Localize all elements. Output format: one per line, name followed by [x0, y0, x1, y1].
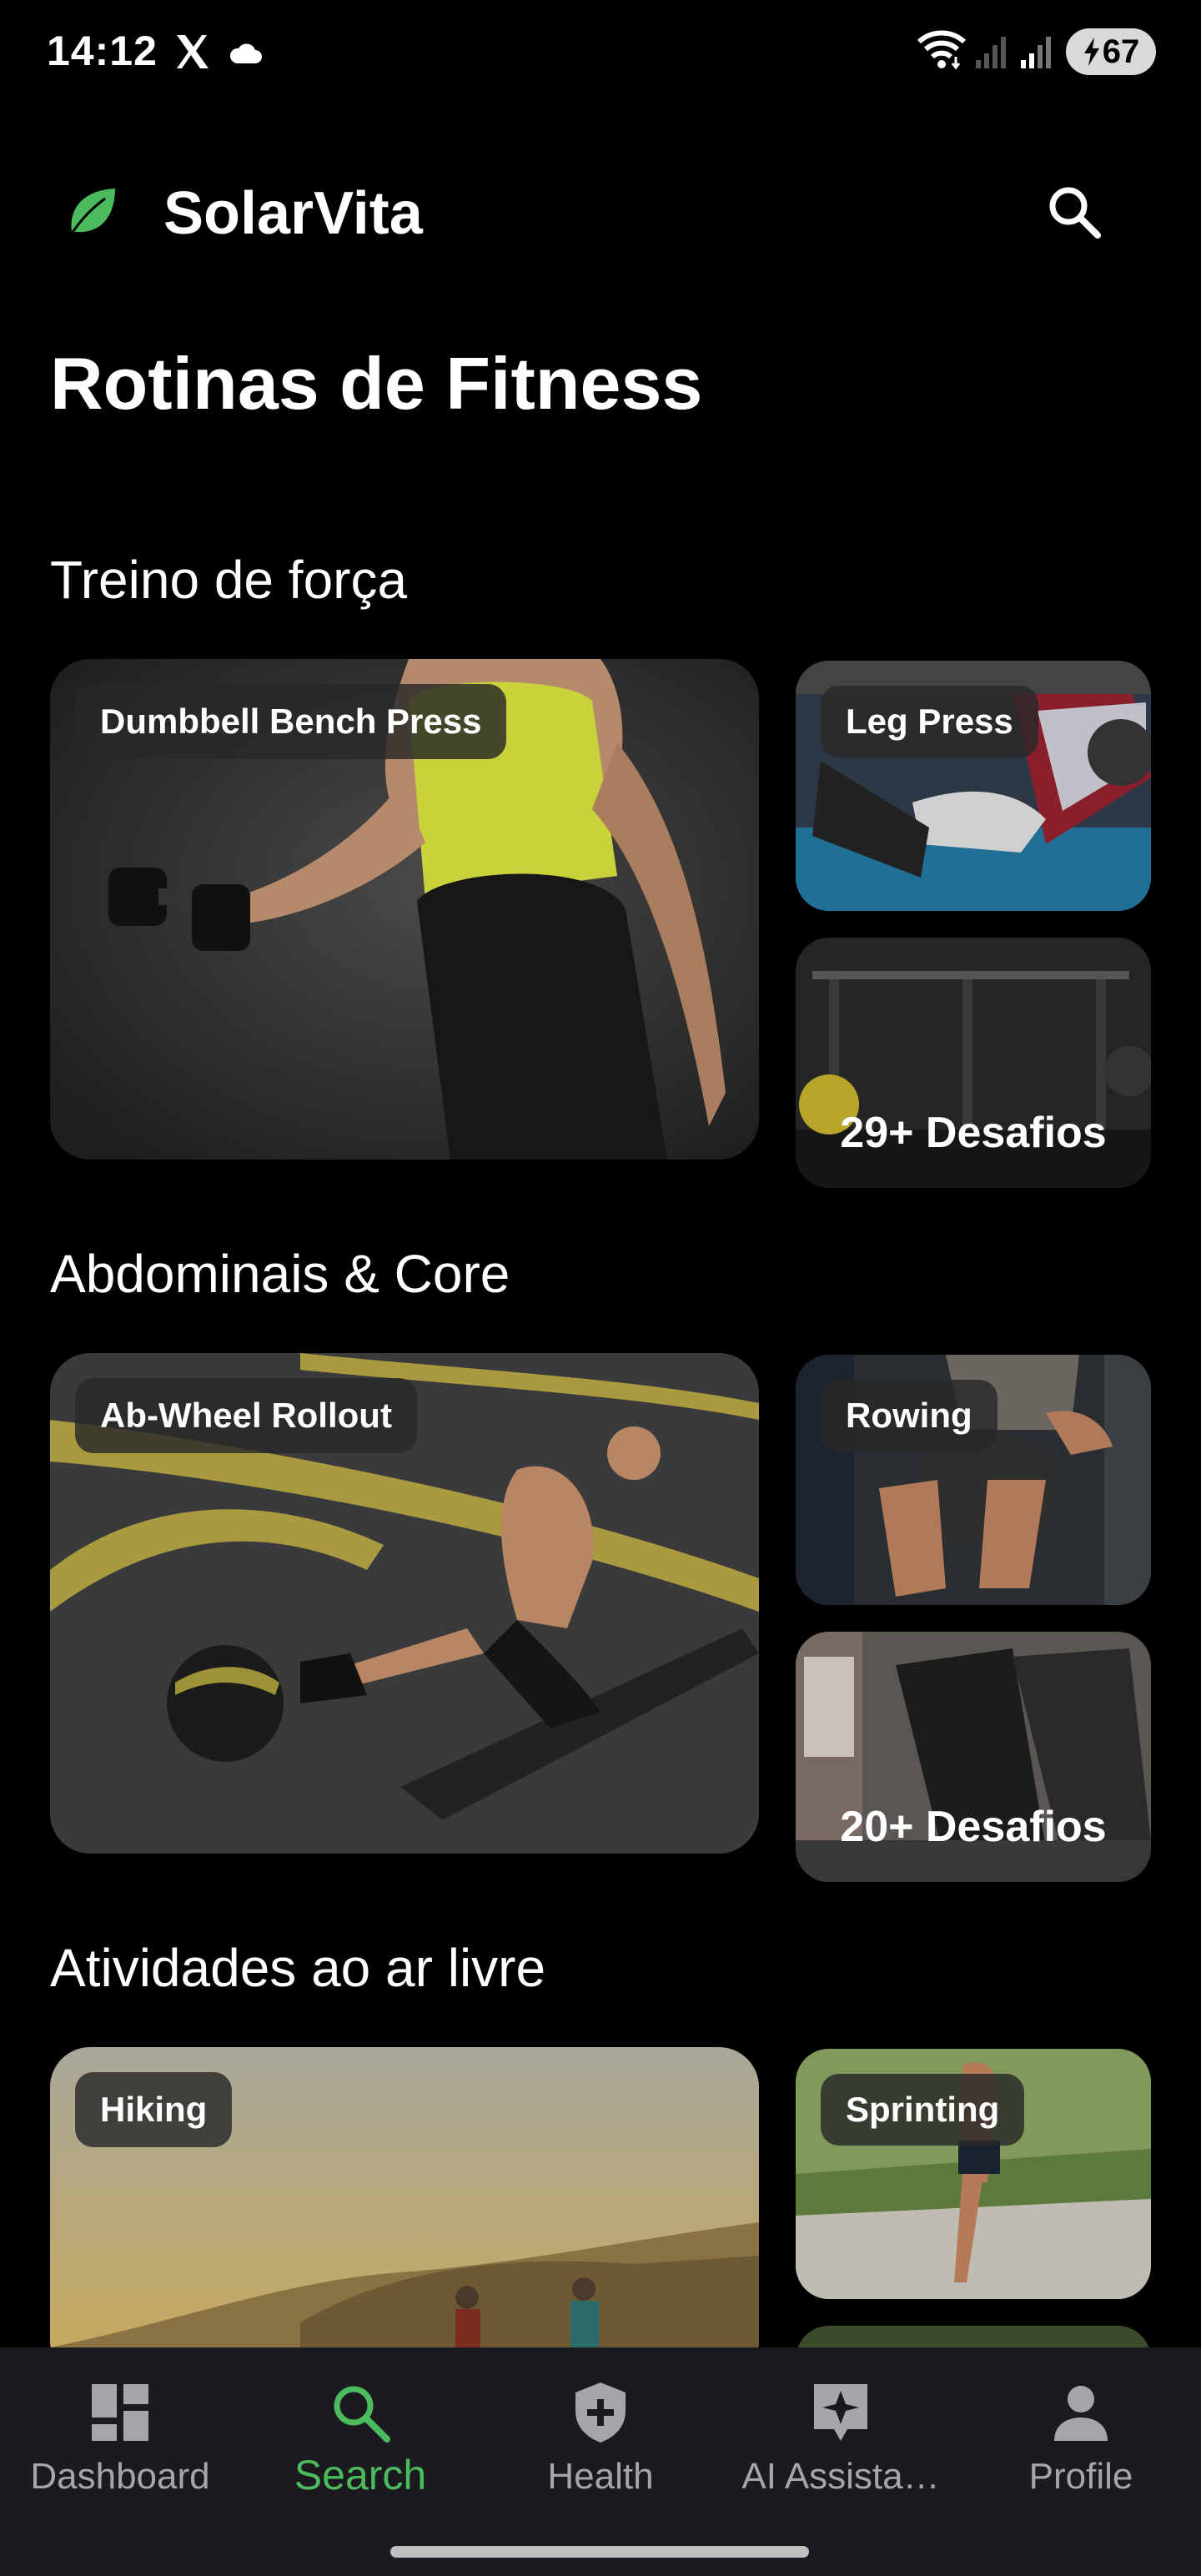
- search-icon: [1049, 187, 1101, 239]
- ai-assistant-icon: [814, 2384, 867, 2441]
- nav-item-health[interactable]: Health: [480, 2347, 721, 2523]
- nav-label: Profile: [1028, 2456, 1133, 2497]
- card-label: Sprinting: [821, 2074, 1025, 2146]
- dashboard-icon: [92, 2384, 148, 2441]
- x-app-icon: [177, 35, 209, 68]
- nav-item-ai-assistant[interactable]: AI Assista…: [721, 2347, 961, 2523]
- page-title: Rotinas de Fitness: [50, 342, 703, 425]
- card-label: Ab-Wheel Rollout: [75, 1378, 417, 1453]
- section-title-outdoor: Atividades ao ar livre: [50, 1938, 546, 1998]
- search-button[interactable]: [1039, 177, 1109, 247]
- card-sprinting[interactable]: Sprinting: [796, 2049, 1151, 2299]
- card-ab-wheel-rollout[interactable]: Ab-Wheel Rollout: [50, 1353, 759, 1854]
- card-rowing[interactable]: Rowing: [796, 1355, 1151, 1605]
- search-icon: [334, 2386, 390, 2443]
- challenges-count: 29+ Desafios: [840, 1109, 1107, 1157]
- profile-icon: [1054, 2386, 1108, 2441]
- card-dumbbell-bench-press[interactable]: Dumbbell Bench Press: [50, 659, 759, 1160]
- health-shield-icon: [575, 2382, 626, 2443]
- bottom-navigation: Dashboard Search Health AI Assista… Prof…: [0, 2347, 1201, 2576]
- battery-level: 67: [1102, 33, 1140, 70]
- charging-icon: [1083, 38, 1099, 66]
- wifi-icon: [917, 30, 967, 70]
- status-bar: 14:12 67: [0, 0, 1201, 108]
- battery-indicator: 67: [1066, 28, 1156, 75]
- nav-label: Dashboard: [30, 2456, 210, 2497]
- signal-icon: [1021, 37, 1051, 68]
- card-label: Rowing: [821, 1380, 997, 1452]
- card-leg-press[interactable]: Leg Press: [796, 661, 1151, 911]
- card-label: Leg Press: [821, 686, 1038, 757]
- nav-item-dashboard[interactable]: Dashboard: [0, 2347, 240, 2523]
- challenges-count: 20+ Desafios: [840, 1803, 1107, 1851]
- nav-label: Health: [547, 2456, 654, 2497]
- cloud-icon: [229, 43, 262, 63]
- section-title-strength: Treino de força: [50, 550, 408, 610]
- nav-label: AI Assista…: [741, 2456, 940, 2497]
- section-title-core: Abdominais & Core: [50, 1244, 510, 1304]
- card-strength-challenges[interactable]: 29+ Desafios: [796, 938, 1151, 1188]
- status-time: 14:12: [47, 28, 158, 74]
- signal-icon: [976, 37, 1006, 68]
- app-bar: SolarVita: [0, 158, 1201, 259]
- card-core-challenges[interactable]: 20+ Desafios: [796, 1632, 1151, 1882]
- home-indicator[interactable]: [390, 2546, 809, 2558]
- nav-item-profile[interactable]: Profile: [961, 2347, 1201, 2523]
- card-label: Hiking: [75, 2072, 233, 2147]
- card-label: Dumbbell Bench Press: [75, 684, 507, 759]
- nav-item-search[interactable]: Search: [240, 2347, 480, 2523]
- card-hiking[interactable]: Hiking: [50, 2047, 759, 2381]
- app-title: SolarVita: [163, 180, 423, 247]
- nav-label: Search: [294, 2452, 427, 2498]
- leaf-logo-icon: [70, 189, 115, 234]
